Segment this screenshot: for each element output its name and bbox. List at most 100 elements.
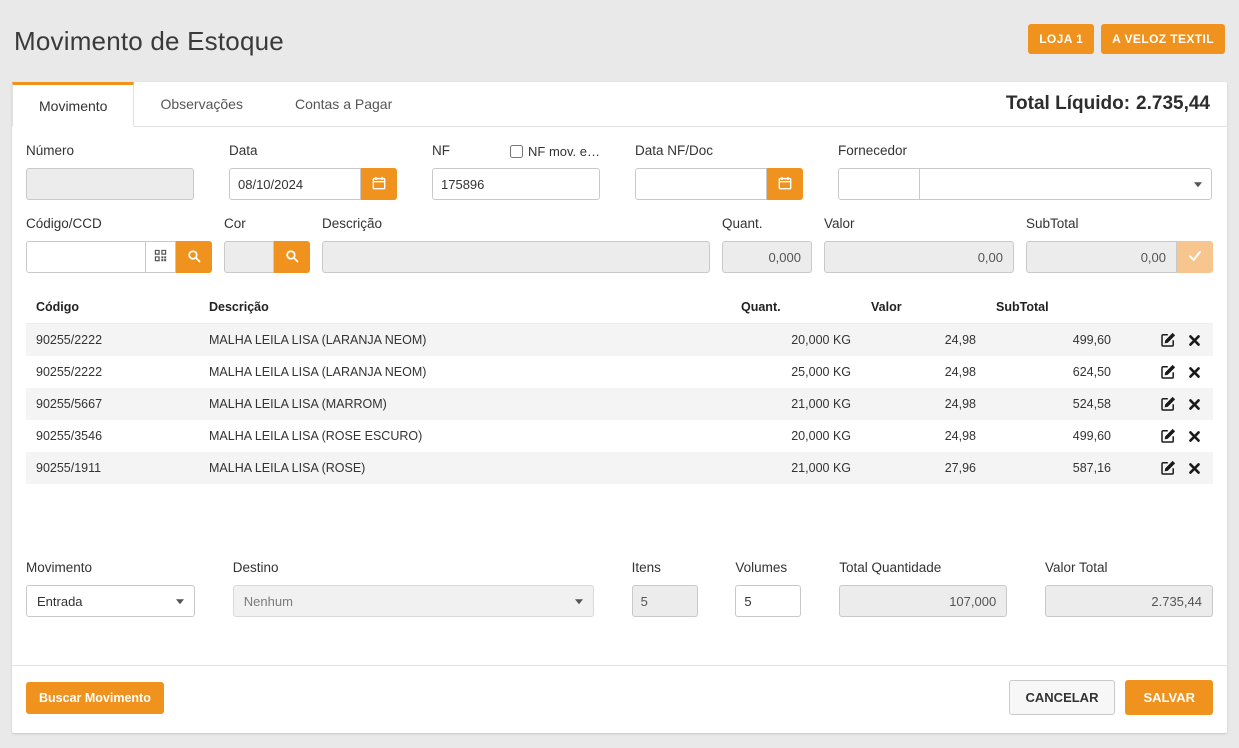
nf-label-row: NF NF mov. e… (432, 143, 600, 159)
total-liquido-label: Total Líquido: (1006, 93, 1130, 115)
destino-label: Destino (233, 560, 594, 576)
data-input[interactable] (229, 168, 361, 200)
items-table: Código Descrição Quant. Valor SubTotal 9… (26, 291, 1213, 484)
destino-select-wrap: Nenhum (233, 585, 594, 617)
itens-field-group: Itens (632, 560, 698, 617)
tab-contas-a-pagar[interactable]: Contas a Pagar (269, 82, 418, 126)
row-descricao: MALHA LEILA LISA (ROSE) (199, 452, 731, 484)
codigo-ccd-label: Código/CCD (26, 216, 212, 232)
volumes-input[interactable] (735, 585, 801, 617)
col-header-actions (1121, 291, 1213, 324)
total-quantidade-input (839, 585, 1007, 617)
col-header-subtotal: SubTotal (986, 291, 1121, 324)
cancelar-button[interactable]: CANCELAR (1009, 680, 1116, 715)
data-nf-input[interactable] (635, 168, 767, 200)
subtotal-field-group: SubTotal (1026, 216, 1213, 273)
movimento-select-wrap: Entrada (26, 585, 195, 617)
quant-label: Quant. (722, 216, 812, 232)
codigo-search-button[interactable] (176, 241, 212, 273)
nf-mov-checkbox[interactable] (510, 145, 523, 158)
row-valor: 24,98 (861, 420, 986, 452)
destino-select: Nenhum (233, 585, 594, 617)
volumes-field-group: Volumes (735, 560, 801, 617)
fornecedor-input-group (838, 168, 1213, 200)
data-field-group: Data (229, 143, 397, 200)
nf-input[interactable] (432, 168, 600, 200)
topbar: Movimento de Estoque LOJA 1 A VELOZ TEXT… (0, 0, 1239, 82)
nf-mov-checkbox-label: NF mov. e… (528, 144, 600, 159)
row-subtotal: 524,58 (986, 388, 1121, 420)
movimento-card: Movimento Observações Contas a Pagar Tot… (12, 82, 1227, 733)
search-icon (285, 249, 299, 266)
row-descricao: MALHA LEILA LISA (LARANJA NEOM) (199, 356, 731, 388)
fornecedor-label: Fornecedor (838, 143, 1213, 159)
calendar-icon (372, 176, 386, 193)
cor-label: Cor (224, 216, 310, 232)
nf-field-group: NF NF mov. e… (432, 143, 600, 200)
page-title: Movimento de Estoque (14, 26, 284, 57)
row-quant: 21,000 KG (731, 388, 861, 420)
data-nf-input-group (635, 168, 803, 200)
nf-mov-checkbox-group: NF mov. e… (510, 144, 600, 159)
row-subtotal: 624,50 (986, 356, 1121, 388)
data-nf-label: Data NF/Doc (635, 143, 803, 159)
fornecedor-select[interactable] (919, 168, 1212, 200)
total-quantidade-field-group: Total Quantidade (839, 560, 1007, 617)
fornecedor-code-input[interactable] (838, 168, 920, 200)
qr-code-icon (154, 249, 167, 265)
row-codigo: 90255/5667 (26, 388, 199, 420)
numero-label: Número (26, 143, 194, 159)
edit-row-icon[interactable] (1160, 428, 1176, 444)
delete-row-icon[interactable] (1188, 366, 1201, 379)
check-icon (1188, 249, 1202, 266)
calendar-icon (778, 176, 792, 193)
movimento-select[interactable]: Entrada (26, 585, 195, 617)
fornecedor-select-wrap (920, 168, 1213, 200)
row-valor: 24,98 (861, 356, 986, 388)
tab-bar: Movimento Observações Contas a Pagar Tot… (12, 82, 1227, 127)
valor-total-field-group: Valor Total (1045, 560, 1213, 617)
edit-row-icon[interactable] (1160, 332, 1176, 348)
company-button[interactable]: A VELOZ TEXTIL (1101, 24, 1225, 54)
valor-total-input (1045, 585, 1213, 617)
valor-label: Valor (824, 216, 1014, 232)
form-row-2: Código/CCD Cor (26, 216, 1213, 273)
row-descricao: MALHA LEILA LISA (LARANJA NEOM) (199, 324, 731, 357)
descricao-field-group: Descrição (322, 216, 710, 273)
cor-search-button[interactable] (274, 241, 310, 273)
delete-row-icon[interactable] (1188, 462, 1201, 475)
table-row: 90255/5667 MALHA LEILA LISA (MARROM) 21,… (26, 388, 1213, 420)
movimento-label: Movimento (26, 560, 195, 576)
numero-field-group: Número (26, 143, 194, 200)
codigo-ccd-input-group (26, 241, 212, 273)
card-body: Número Data NF (12, 127, 1227, 733)
edit-row-icon[interactable] (1160, 460, 1176, 476)
codigo-barcode-button[interactable] (146, 241, 176, 273)
tab-movimento[interactable]: Movimento (12, 82, 134, 127)
buscar-movimento-button[interactable]: Buscar Movimento (26, 682, 164, 714)
delete-row-icon[interactable] (1188, 430, 1201, 443)
topbar-buttons: LOJA 1 A VELOZ TEXTIL (1028, 24, 1225, 54)
edit-row-icon[interactable] (1160, 364, 1176, 380)
codigo-ccd-input[interactable] (26, 241, 146, 273)
delete-row-icon[interactable] (1188, 398, 1201, 411)
row-codigo: 90255/2222 (26, 356, 199, 388)
add-item-button[interactable] (1177, 241, 1213, 273)
row-descricao: MALHA LEILA LISA (MARROM) (199, 388, 731, 420)
store-button[interactable]: LOJA 1 (1028, 24, 1094, 54)
edit-row-icon[interactable] (1160, 396, 1176, 412)
descricao-label: Descrição (322, 216, 710, 232)
delete-row-icon[interactable] (1188, 334, 1201, 347)
tab-observacoes[interactable]: Observações (134, 82, 268, 126)
row-subtotal: 587,16 (986, 452, 1121, 484)
data-nf-calendar-button[interactable] (767, 168, 803, 200)
data-calendar-button[interactable] (361, 168, 397, 200)
movimento-field-group: Movimento Entrada (26, 560, 195, 617)
codigo-ccd-field-group: Código/CCD (26, 216, 212, 273)
row-valor: 24,98 (861, 324, 986, 357)
salvar-button[interactable]: SALVAR (1125, 680, 1213, 715)
quant-input (722, 241, 812, 273)
bottom-block: Movimento Entrada Destino Nenhum (26, 550, 1213, 719)
col-header-descricao: Descrição (199, 291, 731, 324)
valor-input (824, 241, 1014, 273)
